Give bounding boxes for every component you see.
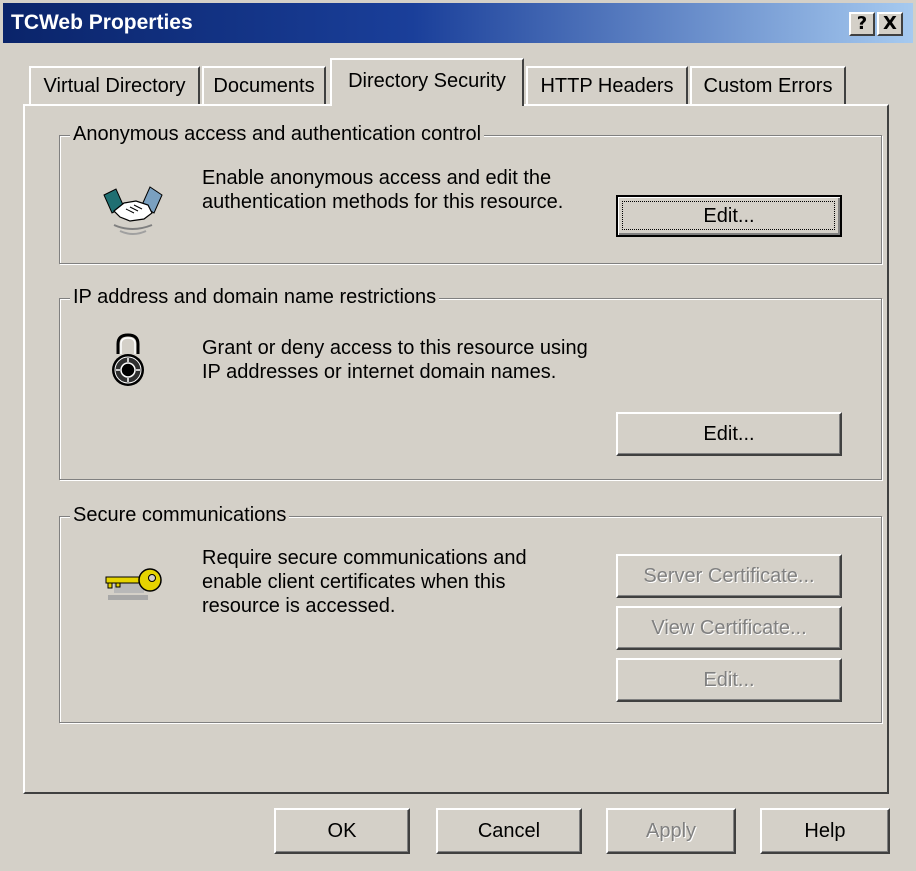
secure-desc-line2: enable client certificates when this [202, 571, 506, 593]
apply-button[interactable]: Apply [606, 808, 736, 854]
ip-desc-line1: Grant or deny access to this resource us… [202, 337, 588, 359]
secure-desc-line1: Require secure communications and [202, 547, 527, 569]
anonymous-desc-line1: Enable anonymous access and edit the [202, 167, 552, 189]
tab-directory-security[interactable]: Directory Security [330, 58, 524, 106]
tab-http-headers[interactable]: HTTP Headers [526, 66, 688, 104]
directory-security-panel: Anonymous access and authentication cont… [23, 104, 889, 794]
anonymous-description: Enable anonymous access and edit the aut… [202, 166, 563, 214]
title-bar[interactable]: TCWeb Properties ? X [3, 3, 913, 43]
tab-documents[interactable]: Documents [202, 66, 326, 104]
window-title: TCWeb Properties [11, 11, 193, 34]
padlock-icon [112, 333, 144, 386]
ip-restrictions-group-title: IP address and domain name restrictions [70, 286, 440, 309]
ip-edit-button[interactable]: Edit... [616, 412, 842, 456]
ip-restrictions-group: IP address and domain name restrictions … [59, 286, 882, 480]
cancel-button[interactable]: Cancel [436, 808, 582, 854]
tab-custom-errors[interactable]: Custom Errors [690, 66, 846, 104]
anonymous-access-group: Anonymous access and authentication cont… [59, 123, 882, 264]
view-certificate-button[interactable]: View Certificate... [616, 606, 842, 650]
anonymous-desc-line2: authentication methods for this resource… [202, 191, 564, 213]
ip-description: Grant or deny access to this resource us… [202, 336, 588, 384]
properties-dialog: TCWeb Properties ? X Virtual Directory D… [0, 0, 916, 871]
anonymous-access-group-title: Anonymous access and authentication cont… [70, 123, 485, 146]
server-certificate-button[interactable]: Server Certificate... [616, 554, 842, 598]
close-title-button[interactable]: X [877, 12, 903, 36]
secure-communications-group: Secure communications Require secure com… [59, 504, 882, 723]
ip-desc-line2: IP addresses or internet domain names. [202, 361, 557, 383]
tab-virtual-directory[interactable]: Virtual Directory [29, 66, 200, 104]
help-button[interactable]: Help [760, 808, 890, 854]
ok-button[interactable]: OK [274, 808, 410, 854]
secure-description: Require secure communications and enable… [202, 546, 527, 618]
focus-rectangle [622, 201, 835, 230]
help-title-button[interactable]: ? [849, 12, 875, 36]
handshake-icon [103, 186, 163, 235]
anonymous-edit-button[interactable]: Edit... [616, 195, 842, 237]
key-icon [105, 568, 162, 600]
secure-communications-group-title: Secure communications [70, 504, 290, 527]
secure-desc-line3: resource is accessed. [202, 595, 396, 617]
secure-edit-button[interactable]: Edit... [616, 658, 842, 702]
